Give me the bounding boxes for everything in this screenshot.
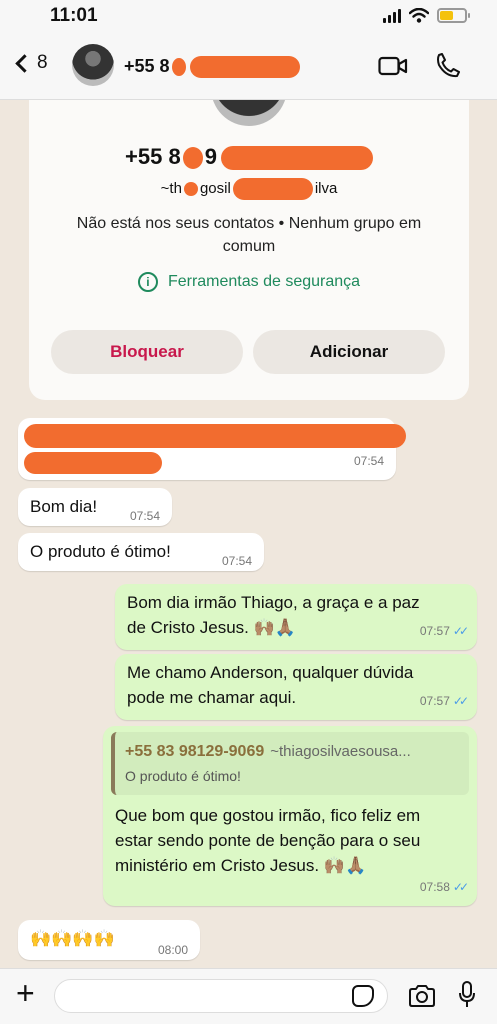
- block-button[interactable]: Bloquear: [51, 330, 243, 374]
- phone-call-icon[interactable]: [436, 52, 460, 78]
- contact-info-username: ~th gosil ilva: [29, 178, 469, 200]
- safety-tools-link[interactable]: i Ferramentas de segurança: [29, 272, 469, 292]
- number-visible-part: +55 8: [125, 144, 181, 169]
- status-bar: 11:01: [0, 0, 497, 34]
- status-time: 11:01: [50, 5, 98, 26]
- redaction-mark: [24, 424, 406, 448]
- message-time: 07:54: [129, 509, 160, 523]
- message-time: 07:54: [221, 554, 252, 568]
- redaction-mark: [24, 452, 162, 474]
- quoted-text: O produto é ótimo!: [125, 768, 241, 784]
- message-text: Que bom que gostou irmão, fico feliz em …: [115, 806, 421, 875]
- back-chevron-icon: [15, 53, 34, 73]
- wifi-icon: [409, 8, 429, 23]
- message-incoming[interactable]: Bom dia! 07:54: [18, 488, 172, 526]
- plus-icon[interactable]: +: [16, 977, 35, 1009]
- contact-avatar[interactable]: [72, 44, 114, 86]
- contact-info-card: +55 8 9 ~th gosil ilva Não está nos seus co…: [29, 100, 469, 400]
- message-text: Me chamo Anderson, qualquer dúvida pode …: [127, 663, 414, 707]
- redaction-mark: [189, 56, 300, 79]
- username-visible-part: gosil: [199, 179, 231, 197]
- battery-icon: [437, 8, 470, 23]
- unread-count: 8: [37, 52, 48, 73]
- contact-info-number: +55 8 9: [29, 144, 469, 171]
- message-text: Bom dia irmão Thiago, a graça e a paz de…: [127, 593, 420, 637]
- message-outgoing[interactable]: Me chamo Anderson, qualquer dúvida pode …: [115, 654, 477, 720]
- message-incoming[interactable]: 07:54: [18, 418, 406, 480]
- redaction-mark: [182, 147, 203, 170]
- microphone-icon[interactable]: [458, 981, 476, 1009]
- status-icons: [383, 8, 470, 23]
- contact-number-visible: +55 8: [124, 56, 170, 76]
- message-incoming[interactable]: O produto é ótimo! 07:54: [18, 533, 264, 571]
- redaction-mark: [220, 146, 373, 171]
- message-time: 08:00: [157, 943, 188, 957]
- contact-info-avatar: [211, 100, 287, 126]
- camera-icon[interactable]: [408, 985, 436, 1007]
- contact-title[interactable]: +55 8: [124, 56, 300, 79]
- username-visible-part: ~th: [160, 179, 182, 197]
- safety-tools-label: Ferramentas de segurança: [167, 273, 361, 290]
- quoted-message[interactable]: +55 83 98129-9069 ~thiagosilvaesousa... O…: [111, 732, 469, 795]
- message-text: 🙌🙌🙌🙌: [30, 929, 115, 948]
- username-visible-part: ilva: [314, 179, 338, 197]
- redaction-mark: [232, 178, 313, 200]
- message-time-value: 07:57: [419, 624, 450, 638]
- chat-header: 8 +55 8: [0, 34, 497, 100]
- quoted-sender: +55 83 98129-9069: [125, 743, 265, 760]
- video-call-icon[interactable]: [378, 56, 408, 76]
- quoted-username: ~thiagosilvaesousa...: [270, 743, 411, 760]
- message-time-value: 07:58: [419, 880, 450, 894]
- contact-status-note: Não está nos seus contatos • Nenhum grup…: [76, 215, 422, 255]
- message-time-value: 07:57: [419, 694, 450, 708]
- message-text: O produto é ótimo!: [30, 542, 171, 561]
- message-time: 07:54: [353, 454, 384, 468]
- message-outgoing-reply[interactable]: +55 83 98129-9069 ~thiagosilvaesousa... O…: [103, 726, 477, 906]
- battery-level: [440, 11, 454, 20]
- read-receipt-icon: ✓✓: [452, 694, 469, 708]
- message-time: 07:57 ✓✓: [419, 689, 469, 714]
- signal-icon: [383, 8, 401, 23]
- number-visible-digit: 9: [204, 144, 217, 169]
- message-time: 07:58 ✓✓: [419, 875, 469, 900]
- redaction-mark: [183, 182, 198, 196]
- read-receipt-icon: ✓✓: [452, 880, 469, 894]
- add-contact-button[interactable]: Adicionar: [253, 330, 445, 374]
- info-icon: i: [137, 272, 158, 292]
- read-receipt-icon: ✓✓: [452, 624, 469, 638]
- message-outgoing[interactable]: Bom dia irmão Thiago, a graça e a paz de…: [115, 584, 477, 650]
- chat-area[interactable]: +55 8 9 ~th gosil ilva Não está nos seus co…: [0, 100, 497, 968]
- message-text: Bom dia!: [30, 497, 98, 516]
- composer-bar: +: [0, 968, 497, 1024]
- message-input[interactable]: [54, 979, 388, 1013]
- redaction-mark: [171, 58, 186, 77]
- message-incoming[interactable]: 🙌🙌🙌🙌 08:00: [18, 920, 200, 960]
- message-time: 07:57 ✓✓: [419, 619, 469, 644]
- back-button[interactable]: 8: [12, 52, 48, 74]
